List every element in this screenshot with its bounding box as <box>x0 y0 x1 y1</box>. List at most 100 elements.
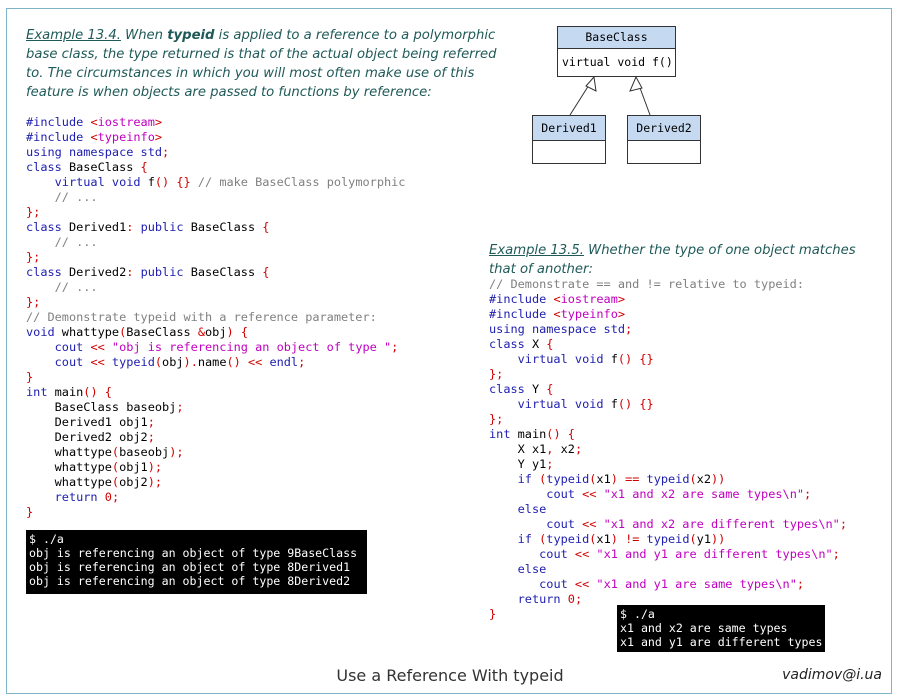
code-block-example-13-4: #include <iostream> #include <typeinfo> us… <box>26 115 405 520</box>
code-token: )) <box>711 472 726 486</box>
code-token: name <box>197 355 227 369</box>
code-line: virtual void f() {} <box>489 397 847 412</box>
uml-baseclass-box: BaseClass virtual void f() <box>557 26 676 77</box>
code-token: return <box>54 490 105 504</box>
code-token: class <box>489 337 532 351</box>
author-email: vadimov@i.ua <box>782 667 882 683</box>
code-token: > <box>154 115 163 129</box>
code-line: else <box>489 562 847 577</box>
code-line: // ... <box>26 190 405 205</box>
code-line: whattype(baseobj); <box>26 445 405 460</box>
code-token: else <box>517 502 547 516</box>
code-token: obj1 <box>119 460 148 474</box>
code-token: // make BaseClass polymorphic <box>197 175 406 189</box>
code-token: class <box>26 265 69 279</box>
code-token: Derived2 obj2 <box>26 430 148 444</box>
code-token: : <box>126 220 141 234</box>
terminal-line: $ ./a <box>620 607 655 621</box>
code-token: #include <box>489 292 554 306</box>
code-token: // ... <box>54 190 98 204</box>
code-token: int <box>26 385 55 399</box>
code-line: class BaseClass { <box>26 160 405 175</box>
code-token: << <box>90 340 112 354</box>
code-token: whattype <box>26 475 112 489</box>
code-token: { <box>262 265 270 279</box>
code-token: < <box>90 115 98 129</box>
code-token: BaseClass <box>68 160 141 174</box>
code-line: #include <typeinfo> <box>489 307 847 322</box>
code-token: cout <box>54 340 91 354</box>
code-line: int main() { <box>26 385 405 400</box>
code-token: ( <box>689 532 697 546</box>
code-token: < <box>553 307 561 321</box>
code-token: < <box>553 292 561 306</box>
code-line: // Demonstrate typeid with a reference p… <box>26 310 405 325</box>
code-token: } <box>26 370 34 384</box>
code-token: typeid <box>646 472 690 486</box>
code-token: class <box>489 382 532 396</box>
code-token: using namespace std <box>489 322 626 336</box>
code-token: iostream <box>560 292 618 306</box>
code-token: << <box>90 355 112 369</box>
code-line: using namespace std; <box>26 145 405 160</box>
code-token: public <box>140 220 191 234</box>
code-token: whattype <box>61 325 120 339</box>
code-token: ; <box>832 547 840 561</box>
code-token: () { <box>83 385 112 399</box>
code-line: cout << "x1 and x2 are same types\n"; <box>489 487 847 502</box>
terminal-line: x1 and x2 are same types <box>620 621 788 635</box>
code-token: public <box>140 265 191 279</box>
terminal-output-1: $ ./a obj is referencing an object of typ… <box>26 530 367 594</box>
code-token: #include <box>26 130 91 144</box>
code-line: return 0; <box>26 490 405 505</box>
code-token: ( <box>154 355 163 369</box>
code-token: ; <box>162 145 170 159</box>
code-token: )) <box>711 532 726 546</box>
code-token: f <box>610 397 618 411</box>
code-token: { <box>546 382 554 396</box>
code-token: x2 <box>696 472 711 486</box>
code-line: virtual void f() {} <box>489 352 847 367</box>
code-token: () {} <box>617 397 654 411</box>
code-token: typeinfo <box>560 307 618 321</box>
code-line: void whattype(BaseClass &obj) { <box>26 325 405 340</box>
code-token: cout <box>539 577 575 591</box>
code-token: if <box>517 532 540 546</box>
code-token: }; <box>489 367 504 381</box>
code-line: whattype(obj2); <box>26 475 405 490</box>
code-token: "x1 and y1 are different types\n" <box>596 547 833 561</box>
code-token: // ... <box>54 280 98 294</box>
code-token: { <box>262 220 270 234</box>
code-token: ; <box>391 340 399 354</box>
code-token: // Demonstrate == and != relative to typ… <box>489 277 804 291</box>
code-token: if <box>517 472 540 486</box>
code-token: // ... <box>54 235 98 249</box>
code-token: ); <box>147 460 163 474</box>
code-token: class <box>26 220 69 234</box>
code-token: ( <box>111 460 120 474</box>
code-token: ); <box>169 445 184 459</box>
code-token: > <box>617 307 626 321</box>
uml-derived1-name: Derived1 <box>533 116 605 141</box>
code-token: typeid <box>546 532 590 546</box>
code-line: // ... <box>26 235 405 250</box>
code-token: << <box>582 517 604 531</box>
example-13-5-description: Example 13.5. Whether the type of one ob… <box>489 241 881 279</box>
inheritance-arrowhead-1 <box>585 75 597 92</box>
code-token: Y <box>531 382 547 396</box>
code-token: < <box>90 130 98 144</box>
code-token: X <box>531 337 547 351</box>
code-token: y1 <box>696 532 711 546</box>
code-token: << <box>574 547 597 561</box>
code-token: Y y1 <box>489 457 547 471</box>
code-token: > <box>154 130 163 144</box>
code-token: cout <box>54 355 91 369</box>
code-token: virtual void <box>54 175 148 189</box>
code-line: } <box>26 370 405 385</box>
code-token: ; <box>176 400 184 414</box>
